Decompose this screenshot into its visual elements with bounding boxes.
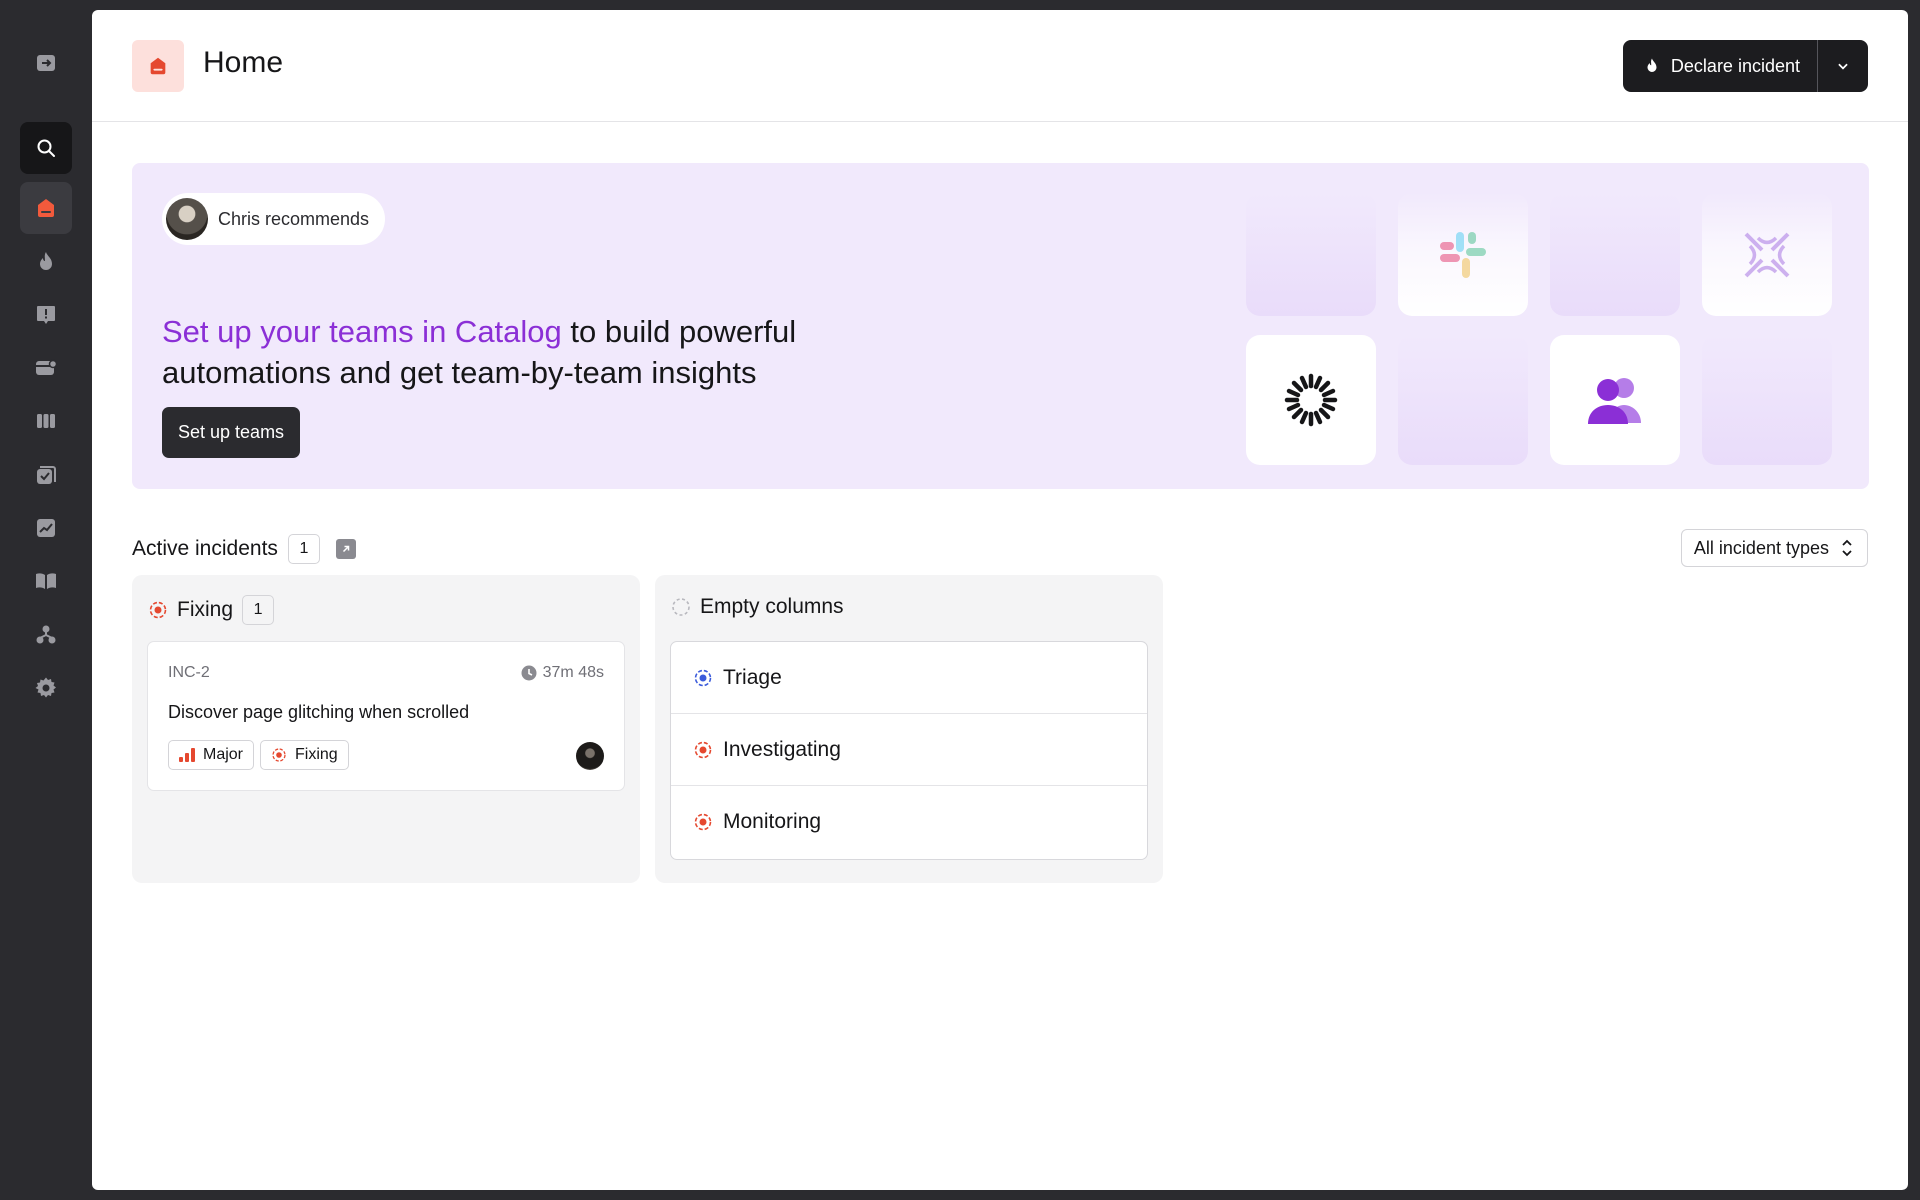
home-icon bbox=[132, 40, 184, 92]
incident-duration: 37m 48s bbox=[521, 664, 604, 682]
declare-options-button[interactable] bbox=[1818, 40, 1868, 92]
declare-incident-label: Declare incident bbox=[1670, 55, 1800, 76]
status-row-monitoring: Monitoring bbox=[671, 786, 1147, 858]
triage-status-icon bbox=[694, 669, 712, 686]
declare-incident-button[interactable]: Declare incident bbox=[1623, 40, 1817, 92]
status-row-triage: Triage bbox=[671, 642, 1147, 714]
column-header: Empty columns bbox=[671, 595, 844, 619]
column-title: Empty columns bbox=[700, 595, 844, 618]
empty-status-list: Triage Investigating Monitoring bbox=[670, 641, 1148, 860]
avatar bbox=[576, 742, 604, 770]
slack-logo-icon bbox=[1398, 193, 1528, 316]
investigating-status-icon bbox=[694, 741, 712, 758]
workflows-icon[interactable] bbox=[20, 449, 72, 501]
status-row-investigating: Investigating bbox=[671, 714, 1147, 786]
collapse-sidebar-icon[interactable] bbox=[20, 37, 72, 89]
status-row-label: Triage bbox=[723, 665, 782, 689]
home-icon[interactable] bbox=[20, 182, 72, 234]
incident-name: Discover page glitching when scrolled bbox=[168, 702, 470, 722]
banner-headline-highlight: Set up your teams in Catalog bbox=[162, 314, 562, 349]
status-pages-icon[interactable] bbox=[20, 395, 72, 447]
incident-type-filter-value: All incident types bbox=[1693, 537, 1829, 558]
decorative-tile bbox=[1550, 193, 1680, 316]
active-incidents-heading: Active incidents 1 bbox=[132, 534, 356, 564]
severity-bars-icon bbox=[179, 748, 195, 762]
open-external-icon[interactable] bbox=[335, 539, 356, 559]
loading-spinner-icon bbox=[1246, 335, 1376, 465]
chevron-down-icon bbox=[1838, 63, 1848, 70]
incidents-flame-icon[interactable] bbox=[20, 236, 72, 288]
kanban-column-fixing: Fixing 1 INC-2 37m 48s Discover page gli… bbox=[132, 575, 640, 883]
incident-id: INC-2 bbox=[168, 664, 210, 681]
sidebar bbox=[0, 0, 92, 1200]
avatar bbox=[166, 198, 208, 240]
alerts-icon[interactable] bbox=[20, 289, 72, 341]
setup-teams-button[interactable]: Set up teams bbox=[162, 407, 301, 458]
page-title: Home bbox=[203, 46, 284, 79]
empty-status-icon bbox=[672, 598, 690, 616]
status-row-label: Monitoring bbox=[723, 810, 822, 833]
fixing-status-icon bbox=[149, 601, 167, 619]
main-panel: Home Declare incident Chris recommends S… bbox=[92, 10, 1908, 1190]
decorative-tile bbox=[1702, 335, 1832, 465]
incident-tags: Major Fixing bbox=[168, 740, 349, 770]
severity-label: Major bbox=[203, 746, 244, 763]
decorative-tile bbox=[1246, 193, 1376, 316]
incident-type-filter[interactable]: All incident types bbox=[1680, 529, 1868, 567]
column-count: 1 bbox=[242, 595, 275, 625]
clock-icon bbox=[521, 665, 537, 681]
status-row-label: Investigating bbox=[723, 737, 841, 761]
monitoring-status-icon bbox=[694, 813, 712, 831]
page-header: Home Declare incident bbox=[92, 10, 1908, 122]
settings-gear-icon[interactable] bbox=[20, 662, 72, 714]
flame-icon bbox=[1647, 58, 1657, 72]
search-icon[interactable] bbox=[20, 122, 72, 174]
active-incidents-count: 1 bbox=[287, 534, 320, 564]
status-label: Fixing bbox=[295, 746, 338, 763]
teams-org-icon[interactable] bbox=[20, 609, 72, 661]
declare-incident-group: Declare incident bbox=[1622, 40, 1868, 92]
recommendation-banner: Chris recommends Set up your teams in Ca… bbox=[132, 163, 1869, 489]
active-incidents-title: Active incidents bbox=[132, 537, 278, 560]
recommender-label: Chris recommends bbox=[218, 208, 370, 229]
incident-duration-value: 37m 48s bbox=[542, 664, 604, 681]
banner-headline: Set up your teams in Catalog to build po… bbox=[162, 311, 922, 393]
status-badge: Fixing bbox=[260, 740, 349, 770]
column-header: Fixing 1 bbox=[148, 595, 275, 625]
users-icon bbox=[1550, 335, 1680, 465]
decorative-tile bbox=[1398, 335, 1528, 465]
recommender-pill: Chris recommends bbox=[162, 193, 386, 245]
insights-icon[interactable] bbox=[20, 502, 72, 554]
severity-badge: Major bbox=[168, 740, 255, 770]
chevron-up-down-icon bbox=[1842, 539, 1852, 557]
catalog-book-icon[interactable] bbox=[20, 555, 72, 607]
column-title: Fixing bbox=[177, 598, 234, 621]
on-call-icon[interactable] bbox=[20, 342, 72, 394]
fixing-status-icon bbox=[272, 748, 286, 762]
kanban-column-empty: Empty columns Triage Investigating Monit… bbox=[655, 575, 1163, 883]
incident-card[interactable]: INC-2 37m 48s Discover page glitching wh… bbox=[147, 641, 625, 791]
integration-logo-icon bbox=[1702, 193, 1832, 316]
